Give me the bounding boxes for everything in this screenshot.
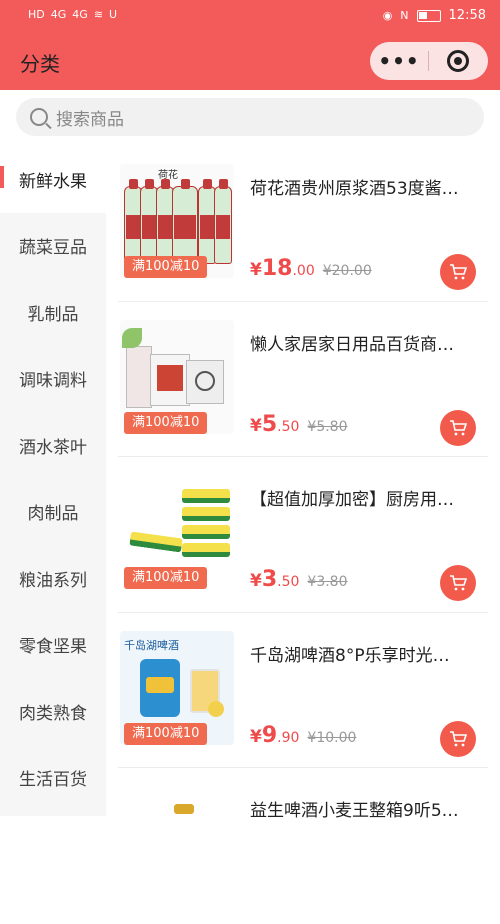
cart-icon — [450, 419, 468, 435]
hd-icon: HD — [28, 8, 45, 21]
product-title: 千岛湖啤酒8°P乐享时光… — [250, 645, 450, 666]
add-to-cart-button[interactable] — [440, 565, 476, 601]
product-image — [120, 786, 234, 900]
target-icon — [447, 50, 469, 72]
status-right-icons: ◉ N 12:58 — [383, 8, 486, 23]
product-image: 满100减10 — [120, 319, 234, 434]
add-to-cart-button[interactable] — [440, 720, 476, 757]
more-dots-icon[interactable]: ••• — [370, 49, 428, 73]
product-list: 荷花 满100减10 荷花酒贵州原浆酒53度酱… ¥18.00 ¥20.00 满… — [118, 146, 488, 900]
eye-icon: ◉ — [382, 8, 393, 22]
category-sidebar: 新鲜水果 蔬菜豆品 乳制品 调味调料 酒水茶叶 肉制品 粮油系列 零食坚果 肉类… — [0, 146, 106, 816]
promo-tag: 满100减10 — [124, 256, 208, 278]
status-bar: HD 4G 4G ≋ U ◉ N 12:58 — [0, 0, 500, 34]
original-price: ¥10.00 — [307, 729, 357, 746]
product-price: ¥5.50 ¥5.80 — [250, 411, 348, 437]
page-title: 分类 — [20, 52, 60, 76]
search-area: 搜索商品 — [0, 90, 500, 146]
promo-tag: 满100减10 — [124, 567, 208, 589]
signal-icon: 4G — [50, 8, 67, 21]
sidebar-item-dairy[interactable]: 乳制品 — [0, 279, 106, 346]
sidebar-item-label: 调味调料 — [19, 371, 87, 392]
search-icon — [30, 108, 48, 126]
promo-tag: 满100减10 — [124, 411, 208, 434]
original-price: ¥20.00 — [322, 263, 372, 279]
status-left-icons: HD 4G 4G ≋ U — [28, 8, 117, 22]
sidebar-item-label: 肉类熟食 — [19, 703, 87, 724]
product-card[interactable]: 千岛湖啤酒 满100减10 千岛湖啤酒8°P乐享时光… ¥9.90 ¥10.00 — [118, 613, 488, 768]
sidebar-item-label: 生活百货 — [19, 770, 87, 791]
search-placeholder: 搜索商品 — [56, 109, 124, 130]
sidebar-item-grain-oil[interactable]: 粮油系列 — [0, 545, 106, 612]
product-price: ¥18.00 ¥20.00 — [250, 256, 372, 281]
add-to-cart-button[interactable] — [440, 254, 476, 290]
sidebar-item-label: 粮油系列 — [19, 570, 87, 591]
search-input[interactable]: 搜索商品 — [16, 98, 484, 136]
sidebar-item-label: 乳制品 — [27, 304, 79, 325]
product-price: ¥3.50 ¥3.80 — [250, 567, 348, 592]
add-to-cart-button[interactable] — [440, 409, 476, 446]
product-image: 满100减10 — [120, 475, 234, 589]
product-title: 【超值加厚加密】厨房用… — [250, 490, 454, 510]
sidebar-item-label: 蔬菜豆品 — [19, 238, 87, 259]
u-icon: U — [109, 8, 118, 21]
cart-icon — [450, 264, 468, 280]
header-bar: 分类 ••• — [0, 34, 500, 90]
sidebar-item-label: 零食坚果 — [19, 637, 87, 658]
status-time: 12:58 — [448, 8, 486, 23]
original-price: ¥3.80 — [307, 574, 348, 590]
sidebar-item-label: 新鲜水果 — [19, 171, 87, 192]
wifi-icon: ≋ — [93, 8, 104, 21]
product-title: 懒人家居家日用品百货商… — [250, 334, 454, 355]
sidebar-item-seasoning[interactable]: 调味调料 — [0, 346, 106, 413]
product-title: 益生啤酒小麦王整箱9听5… — [250, 801, 459, 821]
original-price: ¥5.80 — [307, 418, 348, 435]
nfc-icon: N — [400, 8, 409, 22]
product-card[interactable]: 荷花 满100减10 荷花酒贵州原浆酒53度酱… ¥18.00 ¥20.00 — [118, 146, 488, 302]
sidebar-item-label: 酒水茶叶 — [19, 437, 87, 458]
promo-tag: 满100减10 — [124, 722, 208, 745]
cart-icon — [450, 730, 468, 746]
product-title: 荷花酒贵州原浆酒53度酱… — [250, 179, 459, 199]
sidebar-item-meat[interactable]: 肉制品 — [0, 479, 106, 546]
sidebar-item-deli[interactable]: 肉类熟食 — [0, 678, 106, 745]
product-image: 荷花 满100减10 — [120, 164, 234, 278]
signal-icon: 4G — [72, 8, 88, 21]
sidebar-item-daily-goods[interactable]: 生活百货 — [0, 745, 106, 812]
sidebar-item-fruit[interactable]: 新鲜水果 — [0, 146, 106, 213]
sidebar-item-drinks[interactable]: 酒水茶叶 — [0, 412, 106, 479]
sidebar-item-vegetables[interactable]: 蔬菜豆品 — [0, 213, 106, 280]
cart-icon — [450, 575, 468, 591]
close-target-button[interactable] — [429, 50, 487, 72]
product-image: 千岛湖啤酒 满100减10 — [120, 630, 234, 745]
image-brand-text: 千岛湖啤酒 — [124, 638, 179, 652]
battery-icon — [416, 9, 441, 22]
sidebar-item-label: 肉制品 — [27, 504, 79, 525]
product-price: ¥9.90 ¥10.00 — [250, 722, 357, 748]
mini-program-capsule: ••• — [370, 42, 488, 80]
sidebar-item-snacks[interactable]: 零食坚果 — [0, 612, 106, 679]
product-card[interactable]: 满100减10 懒人家居家日用品百货商… ¥5.50 ¥5.80 — [118, 302, 488, 457]
product-card[interactable]: 益生啤酒小麦王整箱9听5… — [118, 768, 488, 924]
product-card[interactable]: 满100减10 【超值加厚加密】厨房用… ¥3.50 ¥3.80 — [118, 457, 488, 613]
